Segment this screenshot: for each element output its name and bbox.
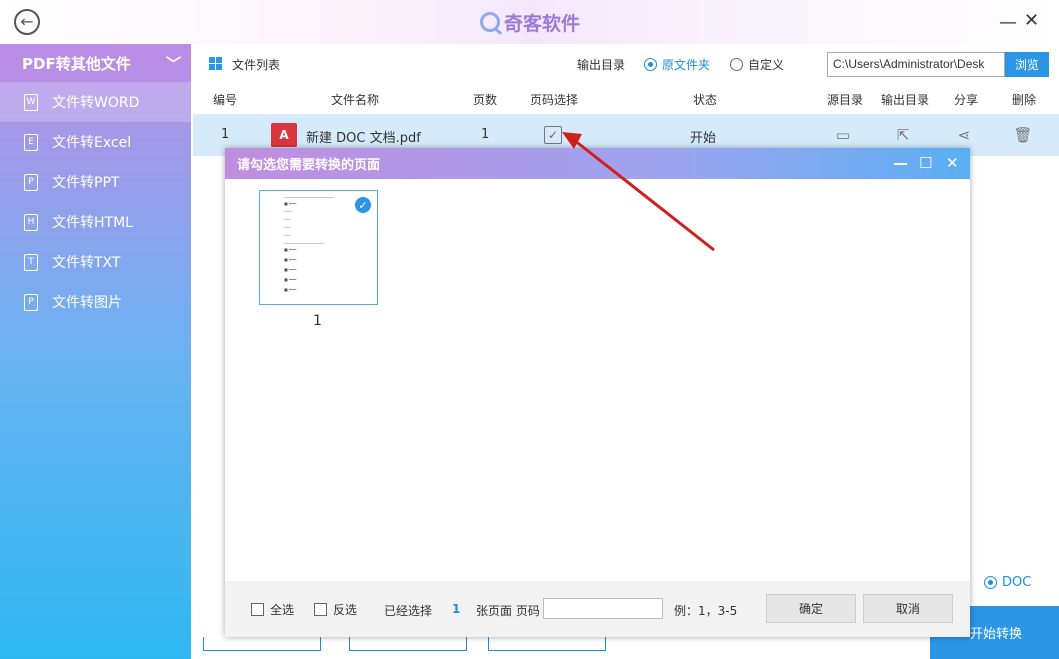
thumb-line: ■ ━━━ (284, 267, 297, 272)
col-status: 状态 (693, 93, 718, 107)
row-status[interactable]: 开始 (690, 127, 716, 146)
app-logo: 奇客软件 (480, 9, 580, 35)
cancel-button[interactable]: 取消 (863, 594, 953, 623)
pdf-file-icon: A (271, 123, 297, 147)
radio-source-folder[interactable]: 原文件夹 (644, 56, 710, 73)
dialog-title: 请勾选您需要转换的页面 (237, 158, 381, 173)
thumb-line: ■ ━━━ (284, 201, 297, 206)
add-folder-button[interactable] (349, 637, 467, 651)
title-bar: ← 奇客软件 — ✕ (0, 0, 1059, 44)
radio-dot-icon (984, 576, 997, 589)
selected-count: 1 (452, 602, 461, 616)
dialog-footer: 全选 反选 已经选择 1 张页面 页码 例：1，3-5 确定 取消 (225, 581, 970, 637)
page-thumbnail[interactable]: ■ ━━━ ■ ━━━ ■ ━━━ ■ ━━━ ■ ━━━ ■ ━━━ ✓ (259, 190, 378, 305)
html-file-icon: H (24, 213, 38, 231)
format-radio-doc[interactable]: DOC (984, 575, 1031, 590)
checkmark-icon[interactable]: ✓ (355, 197, 371, 213)
sidebar-item-label: 文件转PPT (52, 175, 120, 191)
folder-icon[interactable]: ▭ (834, 126, 852, 144)
start-convert-label: 开始转换 (970, 627, 1023, 642)
sidebar-item-ppt[interactable]: P 文件转PPT (0, 162, 191, 202)
back-icon[interactable]: ← (14, 9, 40, 35)
output-path-field[interactable]: C:\Users\Administrator\Desk (827, 52, 1005, 77)
col-page-select: 页码选择 (530, 93, 579, 107)
col-output-dir: 输出目录 (881, 93, 930, 107)
sidebar-header-label: PDF转其他文件 (22, 54, 131, 73)
sidebar-item-excel[interactable]: E 文件转Excel (0, 122, 191, 162)
thumb-line: ■ ━━━ (284, 257, 297, 262)
thumb-line: ■ ━━━ (284, 287, 297, 292)
image-file-icon: P (24, 293, 38, 311)
col-name: 文件名称 (331, 93, 380, 107)
sidebar-item-html[interactable]: H 文件转HTML (0, 202, 191, 242)
close-button[interactable]: ✕ (1024, 10, 1039, 31)
minimize-icon[interactable]: — (893, 154, 908, 172)
col-index: 编号 (213, 93, 238, 107)
selected-suffix: 张页面 页码 (476, 604, 540, 618)
thumb-line: ■ ━━━ (284, 247, 297, 252)
sidebar-item-label: 文件转TXT (52, 255, 121, 271)
checkbox-label: 全选 (270, 603, 295, 617)
export-icon[interactable]: ⇱ (894, 126, 912, 144)
sidebar-item-txt[interactable]: T 文件转TXT (0, 242, 191, 282)
sidebar-item-label: 文件转HTML (52, 215, 133, 231)
col-delete: 删除 (1012, 93, 1037, 107)
page-range-input[interactable] (543, 598, 663, 619)
col-pages: 页数 (473, 93, 498, 107)
sidebar-item-image[interactable]: P 文件转图片 (0, 282, 191, 322)
grid-icon (209, 57, 222, 70)
browse-button[interactable]: 浏览 (1005, 52, 1049, 77)
add-file-button[interactable] (203, 637, 321, 651)
sidebar-header[interactable]: PDF转其他文件 ﹀ (0, 44, 191, 82)
table-header: 编号 文件名称 页数 页码选择 状态 源目录 输出目录 分享 删除 (193, 86, 1059, 112)
radio-dot-icon (730, 58, 743, 71)
radio-custom[interactable]: 自定义 (730, 56, 784, 73)
output-dir-label: 输出目录 (577, 58, 626, 72)
invert-selection-checkbox[interactable]: 反选 (314, 601, 357, 618)
select-all-checkbox[interactable]: 全选 (251, 601, 294, 618)
page-number: 1 (313, 313, 322, 329)
row-file-name: 新建 DOC 文档.pdf (306, 131, 421, 146)
radio-label: 原文件夹 (662, 58, 711, 72)
txt-file-icon: T (24, 253, 38, 271)
ppt-file-icon: P (24, 173, 38, 191)
radio-label: 自定义 (748, 58, 785, 72)
example-hint: 例：1，3-5 (674, 604, 738, 618)
ok-button[interactable]: 确定 (766, 594, 856, 623)
sidebar-item-label: 文件转WORD (52, 95, 140, 111)
word-file-icon: W (24, 93, 38, 111)
maximize-icon[interactable]: ☐ (919, 154, 932, 172)
chevron-down-icon: ﹀ (165, 54, 181, 73)
close-icon[interactable]: ✕ (946, 154, 959, 172)
thumb-line: ■ ━━━ (284, 277, 297, 282)
file-list-label: 文件列表 (232, 58, 281, 72)
app-name: 奇客软件 (504, 12, 581, 35)
page-select-icon[interactable]: ✓ (544, 126, 562, 144)
checkbox-icon (314, 603, 327, 616)
sidebar-item-label: 文件转图片 (52, 295, 122, 311)
sidebar-item-label: 文件转Excel (52, 135, 132, 151)
format-label: DOC (1002, 575, 1032, 590)
minimize-button[interactable]: — (999, 12, 1017, 33)
dialog-header: 请勾选您需要转换的页面 — ☐ ✕ (225, 148, 970, 179)
excel-file-icon: E (24, 133, 38, 151)
row-pages: 1 (481, 127, 490, 142)
logo-mark-icon (480, 12, 500, 32)
sidebar: PDF转其他文件 ﹀ W 文件转WORD E 文件转Excel P 文件转PPT… (0, 44, 191, 659)
radio-dot-icon (644, 58, 657, 71)
sidebar-item-word[interactable]: W 文件转WORD (0, 82, 191, 122)
checkbox-label: 反选 (333, 603, 358, 617)
delete-icon[interactable]: 🗑 (1013, 126, 1032, 144)
share-icon[interactable]: ⋖ (955, 126, 973, 144)
col-share: 分享 (954, 93, 979, 107)
page-select-dialog: 请勾选您需要转换的页面 — ☐ ✕ ■ ━━━ ■ ━━━ ■ ━━━ ■ ━━… (225, 148, 970, 637)
col-source-dir: 源目录 (827, 93, 864, 107)
toolbar: 文件列表 输出目录 原文件夹 自定义 C:\Users\Administrato… (193, 44, 1059, 86)
selected-prefix: 已经选择 (384, 604, 433, 618)
row-index: 1 (221, 127, 230, 142)
checkbox-icon (251, 603, 264, 616)
clear-list-button[interactable] (488, 637, 606, 651)
